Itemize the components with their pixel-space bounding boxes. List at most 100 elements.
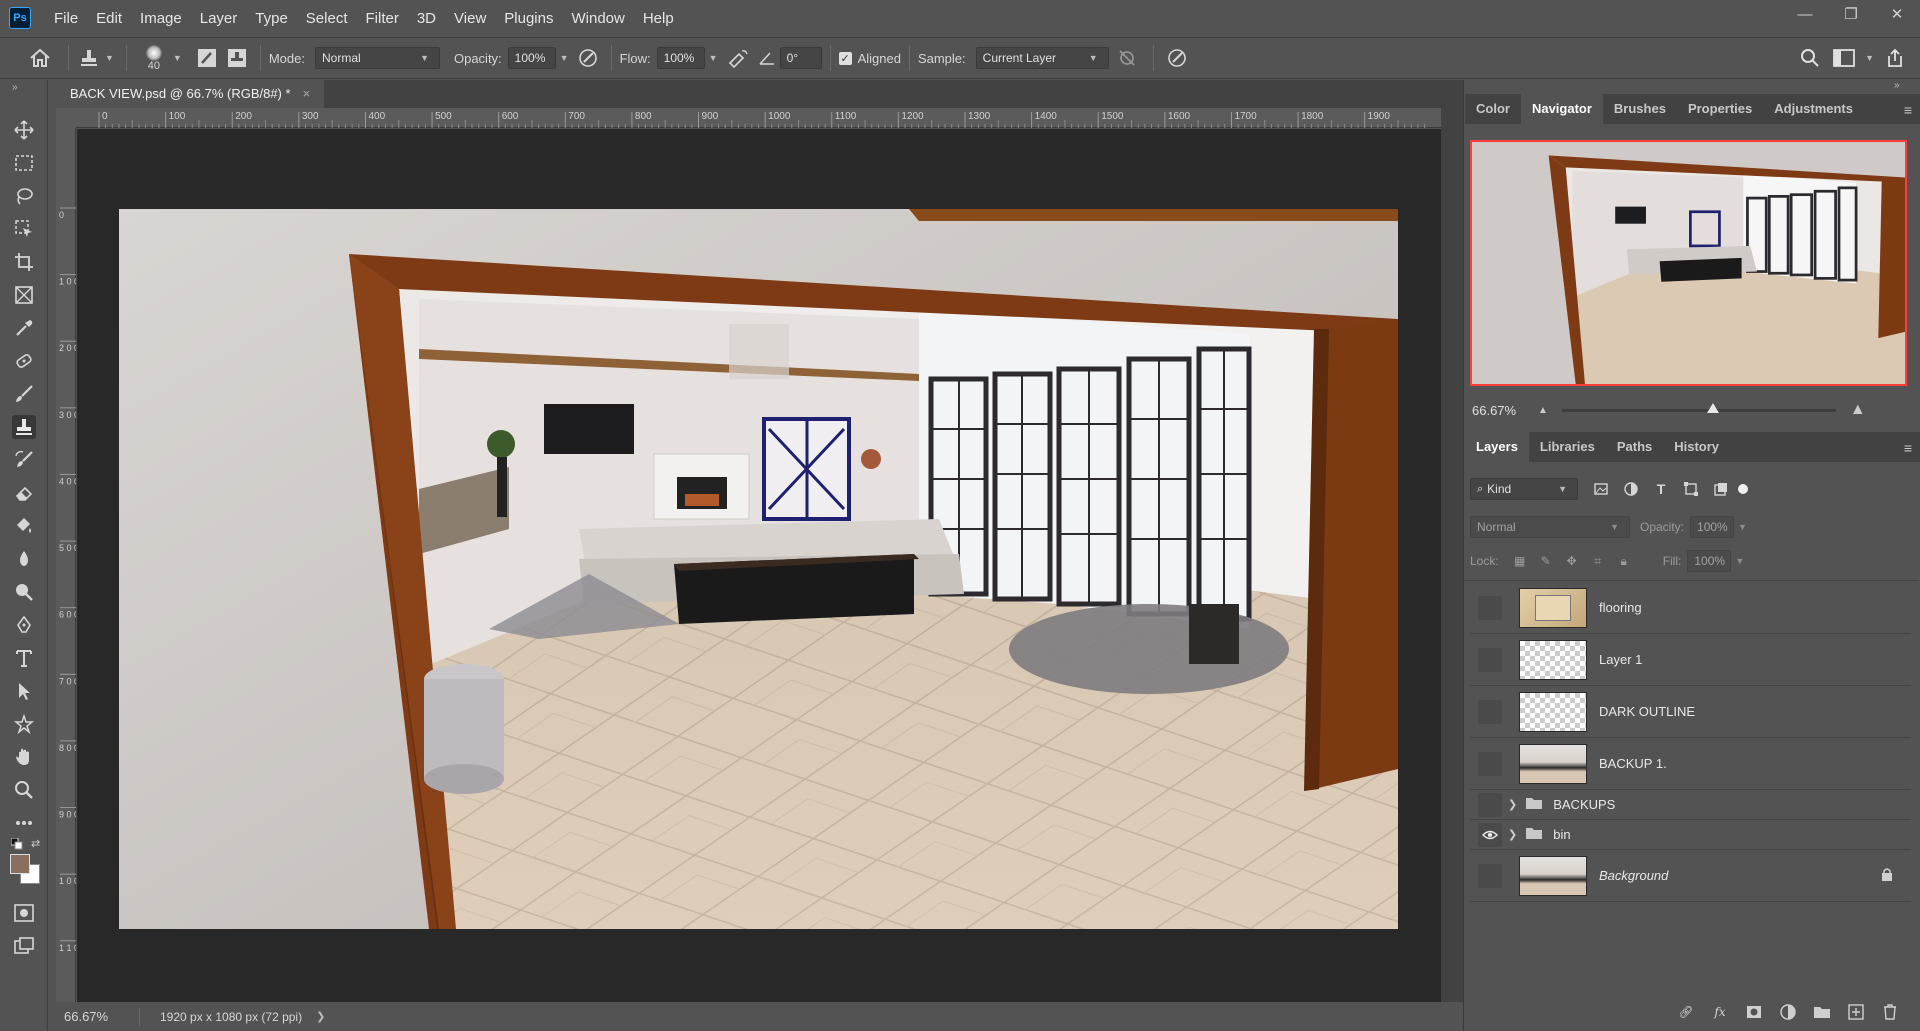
- minimize-button[interactable]: —: [1782, 0, 1828, 28]
- trash-icon[interactable]: [1879, 1004, 1901, 1020]
- zoom-slider[interactable]: [1561, 402, 1836, 413]
- mode-select[interactable]: Normal ▼: [314, 47, 440, 69]
- menu-layer[interactable]: Layer: [191, 10, 247, 27]
- share-icon[interactable]: [1878, 48, 1912, 68]
- filter-shape-icon[interactable]: [1676, 482, 1706, 496]
- lock-position-icon[interactable]: ✥: [1559, 554, 1585, 568]
- clone-stamp-tool-icon[interactable]: [12, 415, 36, 439]
- chevron-right-icon[interactable]: ❯: [1508, 798, 1517, 811]
- tab-properties[interactable]: Properties: [1677, 94, 1763, 124]
- filter-toggle-icon[interactable]: [1738, 484, 1748, 494]
- search-icon[interactable]: [1793, 48, 1827, 68]
- document-image[interactable]: [119, 209, 1398, 929]
- swap-colors-icon[interactable]: ⇄: [31, 837, 40, 850]
- chevron-right-icon[interactable]: ❯: [1508, 828, 1517, 841]
- crop-tool-icon[interactable]: [12, 250, 36, 274]
- collapse-arrows-icon[interactable]: »: [12, 82, 18, 93]
- close-tab-icon[interactable]: ×: [303, 80, 311, 108]
- visibility-toggle[interactable]: [1478, 863, 1502, 888]
- tab-libraries[interactable]: Libraries: [1529, 432, 1606, 462]
- layer-name[interactable]: DARK OUTLINE: [1599, 704, 1695, 719]
- menu-select[interactable]: Select: [297, 10, 357, 27]
- layer-row-dark-outline[interactable]: DARK OUTLINE: [1470, 686, 1911, 738]
- clone-source-icon[interactable]: [222, 48, 252, 68]
- new-group-icon[interactable]: [1811, 1005, 1833, 1019]
- add-mask-icon[interactable]: [1743, 1005, 1765, 1019]
- paint-bucket-tool-icon[interactable]: [12, 514, 36, 538]
- new-adjustment-layer-icon[interactable]: [1777, 1004, 1799, 1020]
- blend-mode-select[interactable]: Normal ▼: [1470, 516, 1630, 538]
- default-colors-icon[interactable]: [10, 837, 23, 850]
- color-swatches[interactable]: [10, 854, 40, 884]
- aligned-checkbox[interactable]: ✓: [838, 51, 852, 65]
- tab-layers[interactable]: Layers: [1465, 432, 1529, 462]
- chevron-down-icon[interactable]: ▼: [709, 53, 718, 63]
- chevron-down-icon[interactable]: ▼: [1738, 522, 1747, 532]
- angle-input[interactable]: 0°: [779, 47, 822, 69]
- collapse-arrows-icon[interactable]: »: [1894, 80, 1900, 91]
- shape-tool-icon[interactable]: [12, 712, 36, 736]
- status-expand-icon[interactable]: ❯: [316, 1010, 325, 1023]
- lock-all-icon[interactable]: 🔒︎: [1611, 554, 1637, 569]
- eyedropper-tool-icon[interactable]: [12, 316, 36, 340]
- opacity-input[interactable]: 100%: [507, 47, 556, 69]
- frame-tool-icon[interactable]: [12, 283, 36, 307]
- menu-type[interactable]: Type: [246, 10, 297, 27]
- brush-tool-icon[interactable]: [12, 382, 36, 406]
- close-window-button[interactable]: ✕: [1874, 0, 1920, 28]
- menu-view[interactable]: View: [445, 10, 495, 27]
- visibility-toggle[interactable]: [1478, 792, 1502, 817]
- chevron-down-icon[interactable]: ▼: [560, 53, 569, 63]
- menu-edit[interactable]: Edit: [87, 10, 131, 27]
- link-layers-icon[interactable]: 🔗︎: [1675, 1005, 1697, 1019]
- sample-select[interactable]: Current Layer ▼: [975, 47, 1109, 69]
- navigator-thumbnail[interactable]: [1470, 140, 1907, 386]
- panel-menu-icon[interactable]: ≡: [1904, 102, 1912, 118]
- fx-icon[interactable]: fx: [1709, 1005, 1731, 1019]
- healing-brush-tool-icon[interactable]: [12, 349, 36, 373]
- layer-opacity-input[interactable]: 100%: [1690, 516, 1735, 538]
- tab-color[interactable]: Color: [1465, 94, 1521, 124]
- menu-image[interactable]: Image: [131, 10, 191, 27]
- tab-adjustments[interactable]: Adjustments: [1763, 94, 1864, 124]
- chevron-down-icon[interactable]: ▼: [1735, 556, 1744, 566]
- restore-button[interactable]: ❐: [1828, 0, 1874, 28]
- eraser-tool-icon[interactable]: [12, 481, 36, 505]
- workspace-icon[interactable]: [1827, 49, 1861, 67]
- pen-tool-icon[interactable]: [12, 613, 36, 637]
- navigator-view-box[interactable]: [1470, 140, 1907, 386]
- home-icon[interactable]: [20, 48, 60, 68]
- lock-artboard-icon[interactable]: ⌗: [1585, 554, 1611, 569]
- layer-row-background[interactable]: Background: [1470, 850, 1911, 902]
- airbrush-icon[interactable]: [722, 48, 754, 68]
- layer-name[interactable]: BACKUP 1.: [1599, 756, 1667, 771]
- fill-input[interactable]: 100%: [1687, 550, 1732, 572]
- zoom-tool-icon[interactable]: [12, 778, 36, 802]
- new-layer-icon[interactable]: [1845, 1004, 1867, 1020]
- tab-history[interactable]: History: [1663, 432, 1730, 462]
- filter-kind-select[interactable]: ⌕ Kind ▼: [1470, 478, 1578, 500]
- pressure-size-icon[interactable]: [1162, 48, 1192, 68]
- filter-type-icon[interactable]: T: [1646, 481, 1676, 497]
- layer-name[interactable]: bin: [1553, 827, 1570, 842]
- layer-name[interactable]: flooring: [1599, 600, 1642, 615]
- layer-name[interactable]: Background: [1599, 868, 1668, 883]
- filter-pixel-icon[interactable]: [1586, 483, 1616, 495]
- navigator-zoom-value[interactable]: 66.67%: [1472, 403, 1538, 418]
- history-brush-tool-icon[interactable]: [12, 448, 36, 472]
- marquee-tool-icon[interactable]: [12, 151, 36, 175]
- vertical-scrollbar[interactable]: [1441, 108, 1463, 1002]
- pressure-opacity-icon[interactable]: [573, 48, 603, 68]
- ignore-adjustment-layers-icon[interactable]: [1109, 48, 1145, 68]
- layer-name[interactable]: BACKUPS: [1553, 797, 1615, 812]
- object-selection-tool-icon[interactable]: [12, 217, 36, 241]
- photoshop-logo[interactable]: Ps: [9, 7, 31, 29]
- layer-group-backups[interactable]: ❯ BACKUPS: [1470, 790, 1911, 820]
- visibility-toggle[interactable]: [1478, 595, 1502, 620]
- layer-group-bin[interactable]: ❯ bin: [1470, 820, 1911, 850]
- menu-3d[interactable]: 3D: [408, 10, 445, 27]
- menu-filter[interactable]: Filter: [357, 10, 408, 27]
- menu-help[interactable]: Help: [634, 10, 683, 27]
- eye-icon[interactable]: [1478, 822, 1502, 847]
- layer-row-backup-1[interactable]: BACKUP 1.: [1470, 738, 1911, 790]
